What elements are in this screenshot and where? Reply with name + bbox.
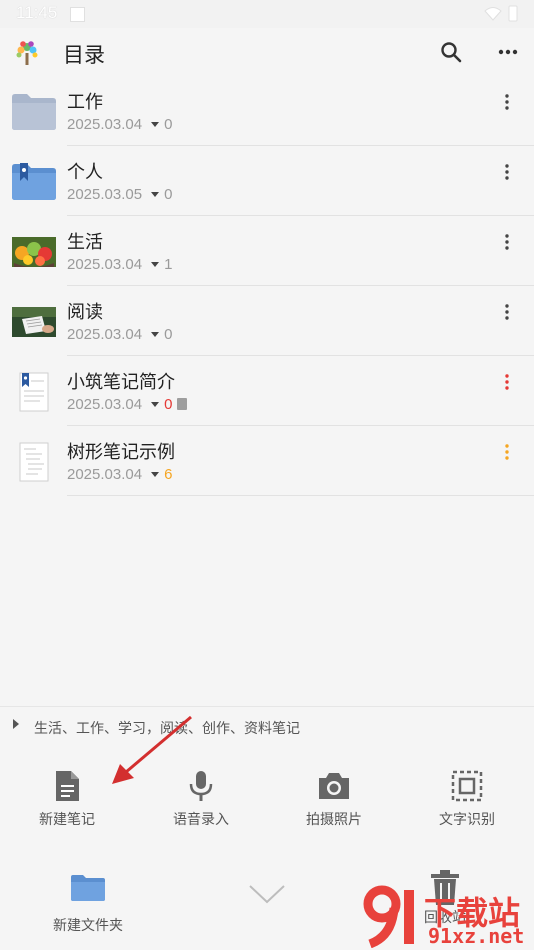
watermark: 下载站 91xz.net (362, 882, 534, 950)
list-item[interactable]: 小筑笔记简介 2025.03.04 0 (0, 356, 534, 426)
chevron-down-icon[interactable] (248, 883, 286, 905)
item-name: 工作 (67, 92, 103, 113)
item-date: 2025.03.04 (67, 116, 143, 133)
fruit-photo (12, 237, 56, 267)
text-recognition-button[interactable]: 文字识别 (400, 765, 534, 845)
status-bar: 11:45 (0, 0, 534, 28)
item-count: 0 (164, 326, 173, 343)
item-date: 2025.03.04 (67, 396, 143, 413)
item-count: 0 (164, 186, 173, 203)
item-meta: 2025.03.05 0 (67, 186, 172, 203)
note-icon (56, 771, 79, 801)
caret-down-icon[interactable] (151, 331, 160, 337)
watermark-url: 91xz.net (428, 924, 525, 948)
item-count: 1 (164, 256, 173, 273)
page-title: 目录 (63, 43, 105, 67)
list-item[interactable]: 树形笔记示例 2025.03.04 6 (0, 426, 534, 496)
tags-text: 生活、工作、学习，阅读、创作、资料笔记 (34, 721, 300, 737)
new-folder-label: 新建文件夹 (53, 918, 123, 934)
item-count: 0 (164, 116, 173, 133)
folder-icon (12, 94, 56, 130)
notebook-list: 工作 2025.03.04 0 个人 2025.03.05 0 生活 2025.… (0, 76, 534, 496)
item-meta: 2025.03.04 0 (67, 116, 172, 133)
reading-photo (12, 307, 56, 337)
item-meta: 2025.03.04 0 (67, 326, 172, 343)
doc-icon (19, 442, 49, 482)
caret-down-icon[interactable] (151, 401, 160, 407)
voice-input-button[interactable]: 语音录入 (134, 765, 268, 845)
item-menu-icon[interactable] (497, 92, 517, 112)
item-menu-icon[interactable] (497, 372, 517, 392)
item-menu-icon[interactable] (497, 232, 517, 252)
app-bar: 目录 (0, 28, 534, 76)
notification-icon (70, 7, 85, 22)
quick-actions: 新建笔记 语音录入 拍摄照片 文字识别 (0, 765, 534, 845)
watermark-logo (363, 885, 414, 948)
mic-icon (189, 771, 213, 801)
action-label: 新建笔记 (39, 812, 95, 828)
item-count: 0 (164, 396, 173, 413)
item-name: 个人 (67, 162, 103, 183)
document-icon (177, 398, 188, 410)
item-meta: 2025.03.04 1 (67, 256, 172, 273)
item-count: 6 (164, 466, 173, 483)
action-label: 语音录入 (173, 812, 229, 828)
caret-down-icon[interactable] (151, 261, 160, 267)
divider (67, 495, 534, 496)
camera-icon (319, 773, 349, 799)
new-folder-icon (71, 875, 105, 901)
item-date: 2025.03.05 (67, 186, 143, 203)
caret-down-icon[interactable] (151, 191, 160, 197)
status-time: 11:45 (16, 3, 58, 22)
more-options-icon[interactable] (496, 40, 520, 64)
text-recognition-icon (451, 770, 483, 802)
item-name: 树形笔记示例 (67, 442, 175, 463)
wifi-icon (484, 7, 502, 21)
action-label: 拍摄照片 (306, 812, 362, 828)
item-name: 生活 (67, 232, 103, 253)
caret-down-icon[interactable] (151, 121, 160, 127)
new-note-button[interactable]: 新建笔记 (0, 765, 134, 845)
battery-icon (508, 5, 518, 22)
list-item[interactable]: 阅读 2025.03.04 0 (0, 286, 534, 356)
item-name: 阅读 (67, 302, 103, 323)
item-menu-icon[interactable] (497, 442, 517, 462)
search-icon[interactable] (439, 40, 463, 64)
take-photo-button[interactable]: 拍摄照片 (267, 765, 401, 845)
item-meta: 2025.03.04 0 (67, 396, 188, 413)
item-date: 2025.03.04 (67, 466, 143, 483)
item-meta: 2025.03.04 6 (67, 466, 172, 483)
expand-triangle-icon[interactable] (13, 719, 19, 729)
tags-bar[interactable]: 生活、工作、学习，阅读、创作、资料笔记 (0, 706, 534, 747)
item-menu-icon[interactable] (497, 302, 517, 322)
action-label: 文字识别 (439, 812, 495, 828)
list-item[interactable]: 工作 2025.03.04 0 (0, 76, 534, 146)
list-item[interactable]: 个人 2025.03.05 0 (0, 146, 534, 216)
caret-down-icon[interactable] (151, 471, 160, 477)
bookmarked-doc-icon (19, 372, 49, 412)
app-logo-icon (16, 41, 38, 65)
bookmark-folder-icon (12, 163, 56, 200)
item-name: 小筑笔记简介 (67, 372, 175, 393)
item-date: 2025.03.04 (67, 326, 143, 343)
item-menu-icon[interactable] (497, 162, 517, 182)
new-folder-button[interactable]: 新建文件夹 (28, 865, 148, 935)
item-date: 2025.03.04 (67, 256, 143, 273)
list-item[interactable]: 生活 2025.03.04 1 (0, 216, 534, 286)
